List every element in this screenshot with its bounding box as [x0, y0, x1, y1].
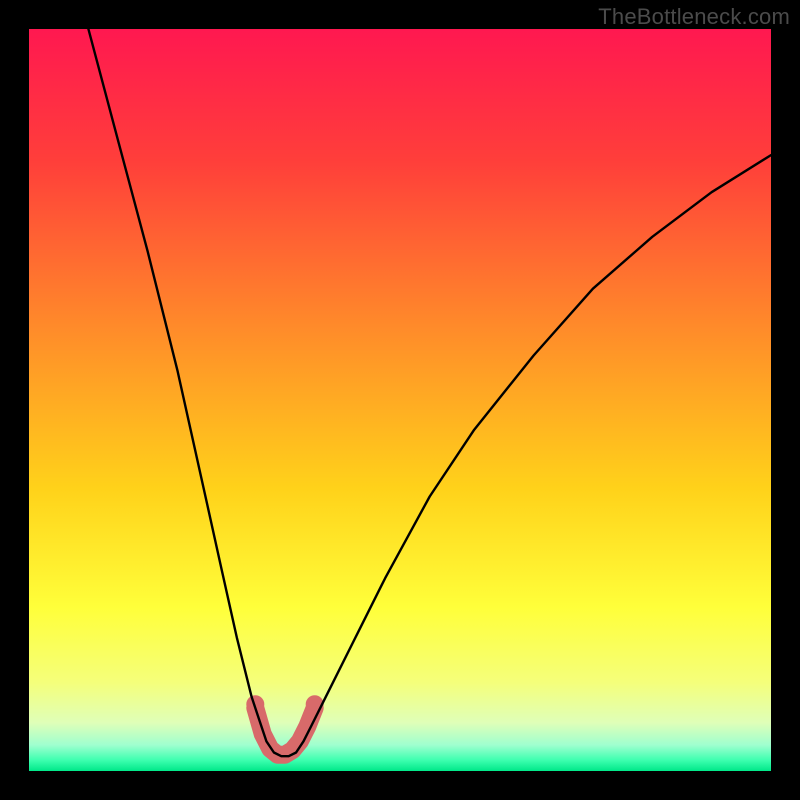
chart-svg [29, 29, 771, 771]
gradient-background [29, 29, 771, 771]
watermark-text: TheBottleneck.com [598, 4, 790, 30]
plot-area [29, 29, 771, 771]
chart-frame: TheBottleneck.com [0, 0, 800, 800]
